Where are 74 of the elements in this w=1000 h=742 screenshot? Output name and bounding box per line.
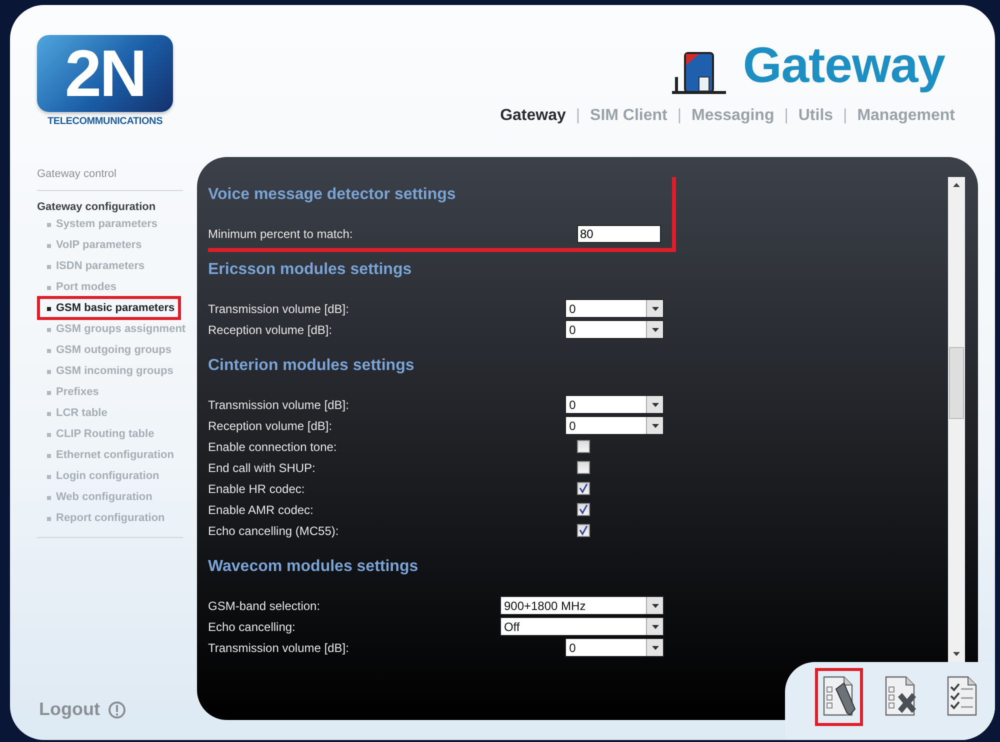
section-heading: Ericsson modules settings	[208, 261, 413, 279]
nav-separator: |	[677, 107, 682, 125]
sidebar-item[interactable]: Port modes	[37, 275, 123, 299]
caret-icon	[652, 646, 658, 650]
info-icon[interactable]	[108, 700, 126, 718]
caret-icon	[652, 624, 658, 628]
checkbox[interactable]	[577, 440, 590, 453]
sidebar-item[interactable]: System parameters	[37, 212, 164, 236]
sidebar-item[interactable]: Login configuration	[37, 464, 166, 488]
field-label: Echo cancelling:	[208, 620, 296, 634]
dropdown[interactable]: 0	[565, 299, 664, 318]
sidebar-link[interactable]: Gateway control	[37, 168, 116, 180]
logout-link[interactable]: Logout	[39, 699, 100, 720]
logo-tagline: TELECOMMUNICATIONS	[47, 116, 163, 127]
checkbox[interactable]	[577, 524, 590, 537]
nav-tab[interactable]: Utils	[798, 107, 834, 125]
field-label: Transmission volume [dB]:	[208, 640, 350, 654]
field-label: End call with SHUP:	[208, 460, 316, 474]
dropdown[interactable]: 0	[565, 395, 664, 414]
field-label: GSM-band selection:	[208, 598, 322, 612]
field-label: Transmission volume [dB]:	[208, 302, 350, 316]
checkbox[interactable]	[577, 461, 590, 474]
nav-separator: |	[576, 107, 580, 125]
dropdown[interactable]: 0	[565, 320, 664, 339]
sidebar-item[interactable]: ISDN parameters	[37, 254, 151, 278]
text-field[interactable]: 80	[577, 224, 661, 242]
scrollbar[interactable]	[948, 177, 965, 662]
caret-icon	[652, 424, 658, 428]
field-label: Enable connection tone:	[208, 440, 338, 454]
caret-icon	[652, 328, 658, 332]
edit-form-button[interactable]	[815, 668, 863, 726]
sidebar-item[interactable]: Web configuration	[37, 485, 158, 509]
checkbox[interactable]	[577, 503, 590, 516]
dropdown[interactable]: 0	[565, 416, 664, 435]
scroll-up-icon[interactable]	[953, 183, 960, 187]
nav-tab[interactable]: Gateway	[500, 107, 566, 125]
field-label: Echo cancelling (MC55):	[208, 524, 340, 538]
logo-mark: 2N	[37, 35, 173, 112]
sidebar-group-title: Gateway configuration	[37, 201, 156, 213]
nav-separator: |	[784, 107, 788, 125]
caret-icon	[652, 402, 658, 406]
sidebar-item[interactable]: GSM groups assignment	[37, 317, 192, 341]
section-heading: Voice message detector settings	[208, 186, 457, 204]
scroll-down-icon[interactable]	[953, 652, 960, 656]
field-label: Reception volume [dB]:	[208, 322, 334, 336]
sidebar-item[interactable]: Prefixes	[37, 380, 105, 404]
sidebar-item[interactable]: Ethernet configuration	[37, 443, 180, 467]
sidebar-item[interactable]: GSM incoming groups	[37, 359, 180, 383]
field-label: Enable AMR codec:	[208, 502, 314, 516]
caret-icon	[652, 306, 658, 310]
nav-tab[interactable]: Messaging	[692, 107, 774, 125]
nav-separator: |	[843, 107, 848, 125]
dropdown[interactable]: Off	[500, 617, 664, 636]
nav-tab[interactable]: Management	[857, 107, 955, 125]
sidebar-item[interactable]: CLIP Routing table	[37, 422, 160, 446]
section-heading: Wavecom modules settings	[208, 558, 420, 576]
sidebar-item[interactable]: VoIP parameters	[37, 233, 148, 257]
sidebar-item[interactable]: GSM outgoing groups	[37, 338, 178, 362]
dropdown[interactable]: 0	[565, 638, 664, 657]
field-label: Reception volume [dB]:	[208, 418, 334, 432]
checkbox[interactable]	[577, 482, 590, 495]
nav-tab[interactable]: SIM Client	[590, 107, 668, 125]
field-label: Minimum percent to match:	[208, 226, 354, 240]
sidebar-item[interactable]: Report configuration	[37, 506, 171, 530]
dropdown[interactable]: 900+1800 MHz	[500, 596, 664, 615]
section-heading: Cinterion modules settings	[208, 357, 416, 375]
sidebar-item[interactable]: LCR table	[37, 401, 114, 425]
sidebar-item[interactable]: GSM basic parameters	[37, 296, 181, 320]
product-title: Gateway	[742, 36, 945, 95]
field-label: Transmission volume [dB]:	[208, 398, 350, 412]
scroll-thumb[interactable]	[949, 347, 964, 419]
caret-icon	[652, 604, 658, 608]
gateway-device-icon	[670, 51, 727, 95]
field-label: Enable HR codec:	[208, 482, 306, 496]
